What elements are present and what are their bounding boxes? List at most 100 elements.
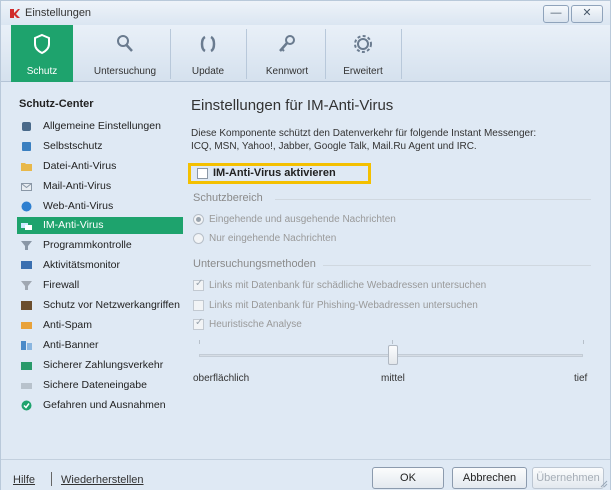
slider-tick xyxy=(583,340,584,344)
title-bar: Einstellungen — ✕ xyxy=(1,1,610,25)
sidebar-item-aktivitaetsmonitor[interactable]: Aktivitätsmonitor xyxy=(17,257,183,274)
card-icon xyxy=(21,362,32,370)
close-button[interactable]: ✕ xyxy=(571,5,603,23)
ok-button[interactable]: OK xyxy=(372,467,444,489)
network-attack-icon xyxy=(21,301,32,310)
refresh-icon xyxy=(200,35,216,53)
radio-incoming-outgoing[interactable] xyxy=(193,214,204,225)
tab-erweitert[interactable]: Erweitert xyxy=(332,25,394,82)
anti-banner-icon xyxy=(21,341,32,350)
toolbar-separator xyxy=(325,29,326,79)
sidebar-item-label: Sichere Dateneingabe xyxy=(43,379,147,391)
sidebar-item-firewall[interactable]: Firewall xyxy=(17,277,183,294)
enable-im-anti-virus-label: IM-Anti-Virus aktivieren xyxy=(213,167,336,179)
checkbox-heuristic-analysis[interactable] xyxy=(193,317,204,330)
funnel-icon xyxy=(21,241,32,250)
sidebar-item-anti-banner[interactable]: Anti-Banner xyxy=(17,337,183,354)
tab-kennwort[interactable]: Kennwort xyxy=(256,25,318,82)
globe-icon xyxy=(21,201,32,212)
description-line: Diese Komponente schützt den Datenverkeh… xyxy=(191,128,537,139)
close-icon: ✕ xyxy=(582,7,592,19)
self-protection-icon xyxy=(22,142,31,151)
heuristic-level-slider-thumb[interactable] xyxy=(388,345,398,365)
slider-tick xyxy=(199,340,200,344)
sidebar-item-gefahren-und-ausnahmen[interactable]: Gefahren und Ausnahmen xyxy=(17,397,183,414)
key-icon xyxy=(279,35,295,52)
cancel-button[interactable]: Abbrechen xyxy=(452,467,527,489)
window-title: Einstellungen xyxy=(25,7,92,19)
sidebar-item-mail-anti-virus[interactable]: Mail-Anti-Virus xyxy=(17,178,183,195)
sidebar-item-label: Sicherer Zahlungsverkehr xyxy=(43,359,164,371)
sidebar-item-allgemeine-einstellungen[interactable]: Allgemeine Einstellungen xyxy=(17,118,183,135)
sidebar-header: Schutz-Center xyxy=(19,98,94,110)
sidebar-item-web-anti-virus[interactable]: Web-Anti-Virus xyxy=(17,198,183,215)
keyboard-icon xyxy=(21,383,32,389)
sidebar-item-label: Aktivitätsmonitor xyxy=(43,259,121,271)
checkbox-phishing-links[interactable] xyxy=(193,300,204,311)
radio-incoming-outgoing-label: Eingehende und ausgehende Nachrichten xyxy=(209,214,396,225)
slider-min-label: oberflächlich xyxy=(193,373,250,384)
methods-group-header: Untersuchungsmethoden xyxy=(193,258,316,270)
slider-tick xyxy=(392,340,393,344)
sidebar-item-label: Allgemeine Einstellungen xyxy=(43,120,161,132)
tab-update[interactable]: Update xyxy=(177,25,239,82)
folder-icon xyxy=(21,163,32,171)
scope-group-header: Schutzbereich xyxy=(193,192,263,204)
toolbar-separator xyxy=(246,29,247,79)
mail-icon xyxy=(21,183,32,191)
sidebar-item-label: Mail-Anti-Virus xyxy=(43,180,112,192)
group-divider xyxy=(275,199,591,200)
sidebar-item-selbstschutz[interactable]: Selbstschutz xyxy=(17,138,183,155)
toolbar-separator xyxy=(401,29,402,79)
chat-icon xyxy=(21,223,32,230)
sidebar-item-label: Anti-Banner xyxy=(43,339,99,351)
component-description: Diese Komponente schützt den Datenverkeh… xyxy=(191,127,591,153)
monitor-icon xyxy=(21,261,32,269)
sidebar-item-schutz-vor-netzwerkangriffen[interactable]: Schutz vor Netzwerkangriffen xyxy=(17,297,183,314)
footer-separator xyxy=(51,472,52,486)
resize-grip-icon[interactable] xyxy=(600,480,608,488)
sidebar-item-label: Schutz vor Netzwerkangriffen xyxy=(43,299,180,311)
main-toolbar: Schutz Untersuchung Update Kennwort Erwe… xyxy=(1,25,610,82)
sidebar-item-label: Selbstschutz xyxy=(43,140,103,152)
page-title: Einstellungen für IM-Anti-Virus xyxy=(191,97,394,114)
radio-incoming-only[interactable] xyxy=(193,233,204,244)
tab-label: Erweitert xyxy=(343,66,383,77)
protection-center-sidebar: Schutz-Center Allgemeine Einstellungen S… xyxy=(11,90,183,450)
restore-link[interactable]: Wiederherstellen xyxy=(61,474,144,486)
anti-spam-icon xyxy=(21,322,32,329)
sidebar-item-datei-anti-virus[interactable]: Datei-Anti-Virus xyxy=(17,158,183,175)
sidebar-item-label: Programmkontrolle xyxy=(43,239,132,251)
sidebar-item-label: Datei-Anti-Virus xyxy=(43,160,117,172)
footer-bar: Hilfe Wiederherstellen OK Abbrechen Über… xyxy=(1,459,610,490)
sidebar-item-label: Anti-Spam xyxy=(43,319,93,331)
shield-icon xyxy=(34,33,50,55)
sidebar-item-programmkontrolle[interactable]: Programmkontrolle xyxy=(17,237,183,254)
enable-im-anti-virus-checkbox[interactable] xyxy=(197,168,208,179)
checkbox-malicious-links[interactable] xyxy=(193,278,204,291)
settings-panel: Einstellungen für IM-Anti-Virus Diese Ko… xyxy=(181,90,601,450)
sidebar-item-sicherer-zahlungsverkehr[interactable]: Sicherer Zahlungsverkehr xyxy=(17,357,183,374)
tab-schutz[interactable]: Schutz xyxy=(11,25,73,82)
tab-untersuchung[interactable]: Untersuchung xyxy=(87,25,163,82)
tab-label: Kennwort xyxy=(265,66,309,77)
help-link[interactable]: Hilfe xyxy=(13,474,35,486)
radio-incoming-only-label: Nur eingehende Nachrichten xyxy=(209,233,337,244)
toolbar-separator xyxy=(170,29,171,79)
tab-label: Untersuchung xyxy=(93,66,157,77)
checkbox-heuristic-analysis-label: Heuristische Analyse xyxy=(209,319,302,330)
gear-icon xyxy=(354,35,372,53)
sidebar-item-im-anti-virus[interactable]: IM-Anti-Virus xyxy=(17,217,183,234)
apply-button[interactable]: Übernehmen xyxy=(532,467,604,489)
settings-icon xyxy=(22,122,31,131)
minimize-button[interactable]: — xyxy=(543,5,569,23)
group-divider xyxy=(323,265,591,266)
settings-window: Einstellungen — ✕ Schutz Untersuchung Up… xyxy=(0,0,611,490)
sidebar-item-label: Web-Anti-Virus xyxy=(43,200,114,212)
tab-label: Update xyxy=(191,66,225,77)
slider-max-label: tief xyxy=(574,373,588,384)
sidebar-item-anti-spam[interactable]: Anti-Spam xyxy=(17,317,183,334)
kaspersky-logo-icon xyxy=(10,9,20,18)
check-circle-icon xyxy=(21,400,32,411)
sidebar-item-sichere-dateneingabe[interactable]: Sichere Dateneingabe xyxy=(17,377,183,394)
